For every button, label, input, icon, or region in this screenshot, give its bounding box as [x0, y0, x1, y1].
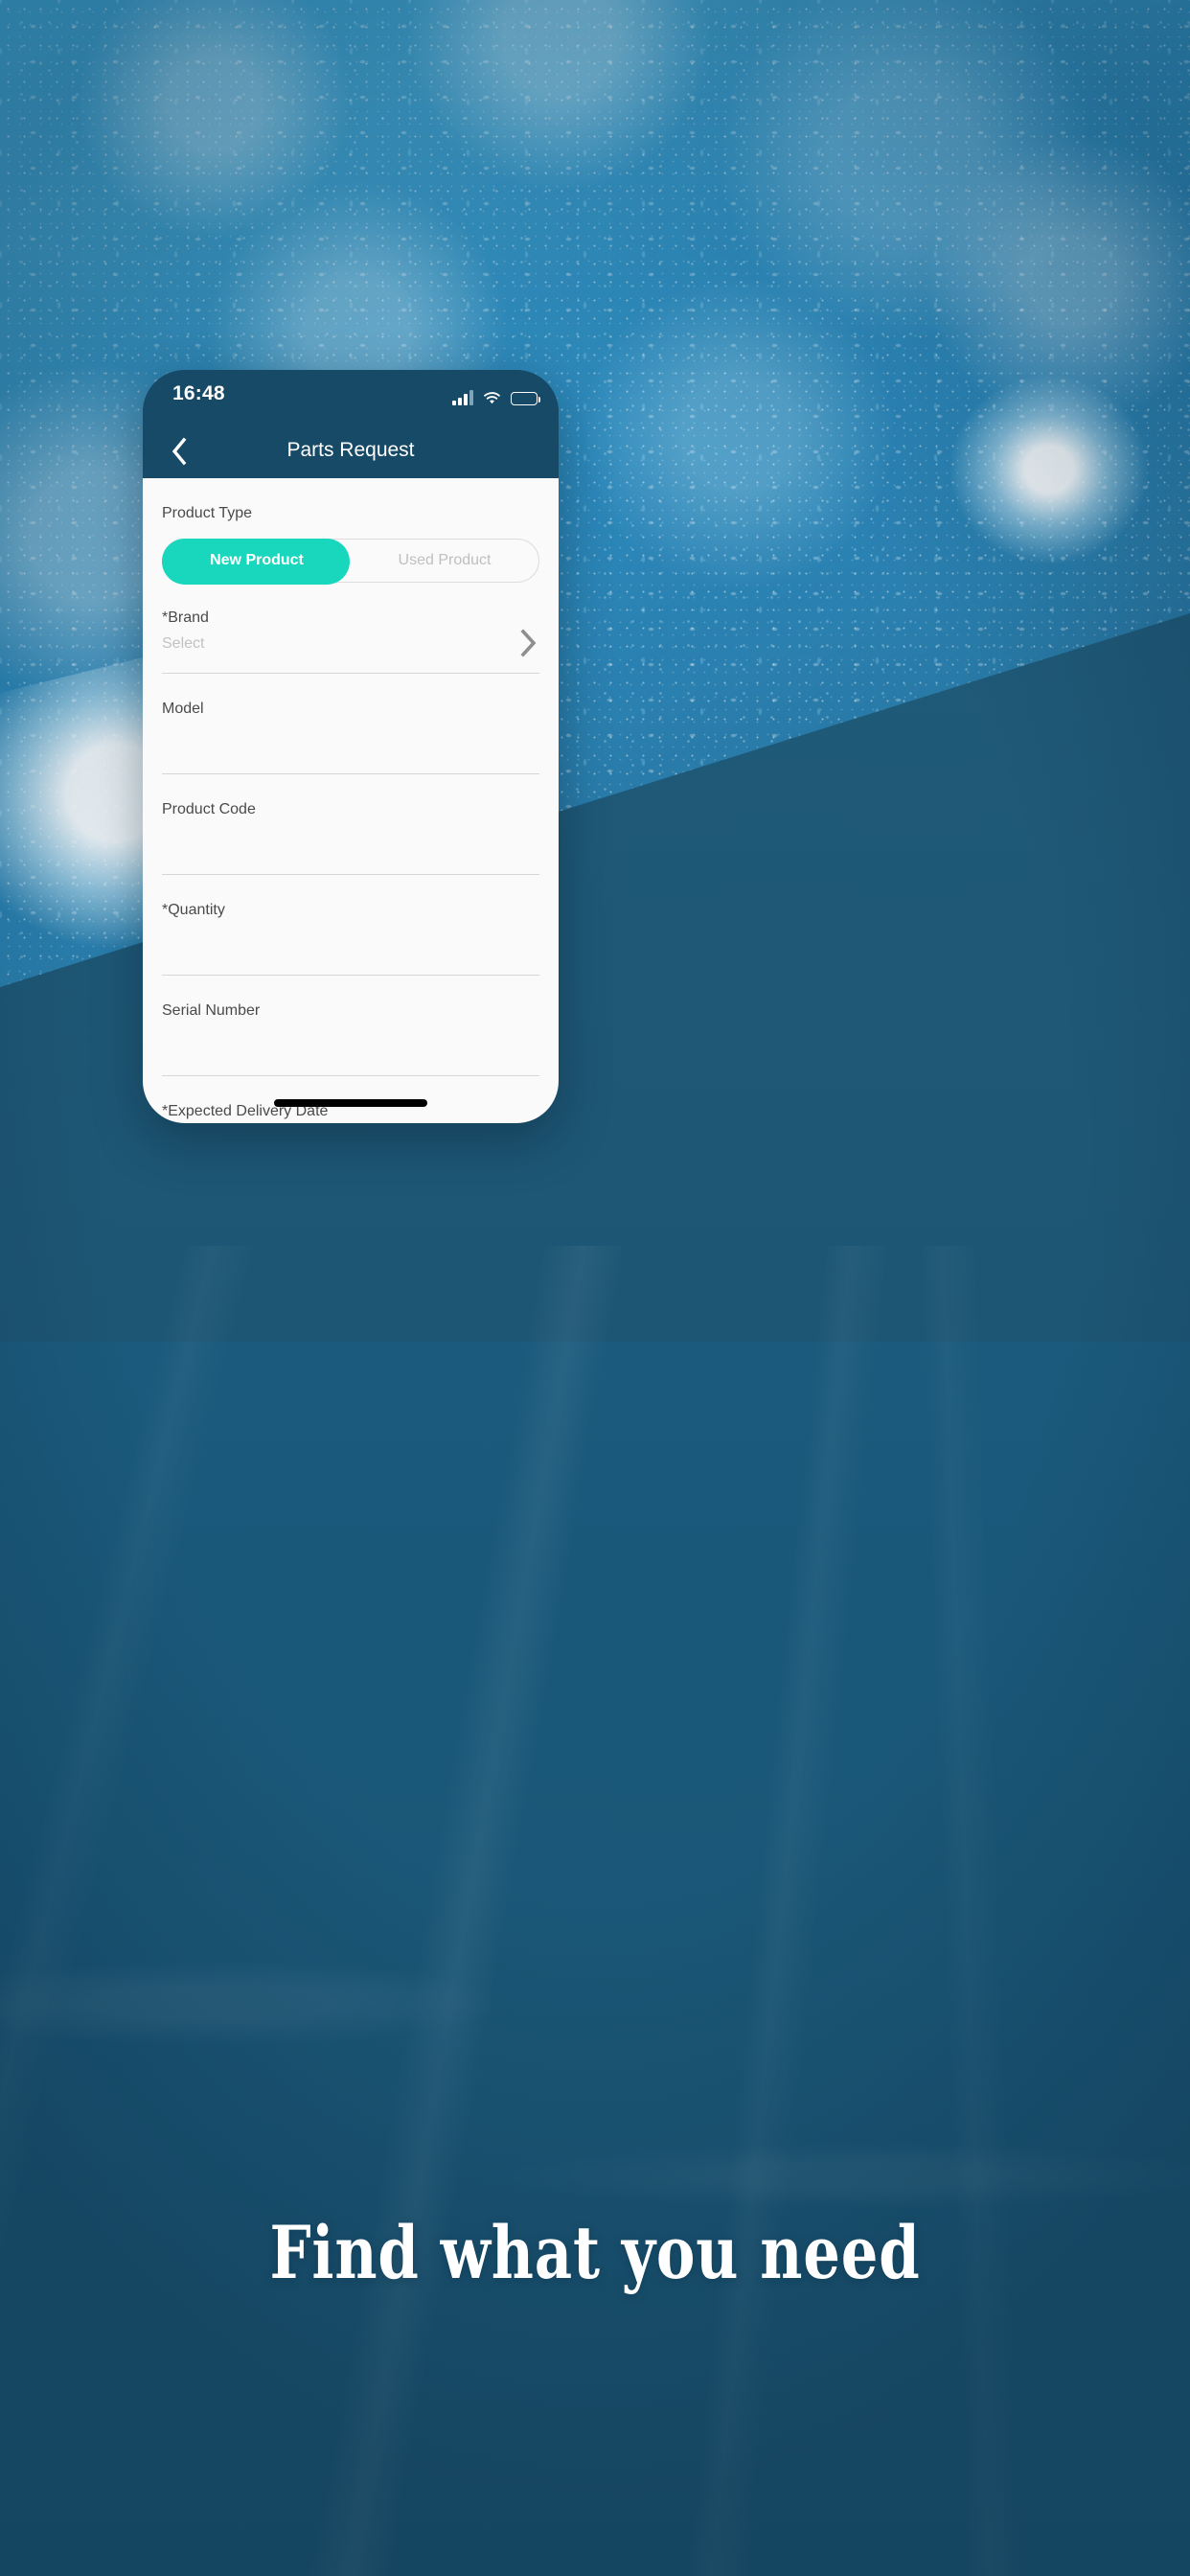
- app-content-scroll[interactable]: Product Type New Product Used Product *B…: [143, 478, 559, 1123]
- app-store-promo-scene: 16:48 Parts Request Product Type New Pro…: [0, 0, 1190, 2576]
- field-expected-delivery-date-value: Select: [162, 1120, 539, 1123]
- field-quantity-input[interactable]: [162, 919, 539, 975]
- field-serial-number-input[interactable]: [162, 1020, 539, 1075]
- field-brand[interactable]: *Brand Select: [162, 583, 539, 674]
- status-bar: 16:48: [143, 370, 559, 423]
- product-type-label: Product Type: [162, 505, 252, 521]
- field-product-code[interactable]: Product Code: [162, 774, 539, 875]
- field-serial-number[interactable]: Serial Number: [162, 976, 539, 1076]
- parts-request-form: Product Type New Product Used Product *B…: [143, 478, 559, 1123]
- signal-icon: [452, 390, 473, 405]
- field-serial-number-label: Serial Number: [162, 1002, 261, 1019]
- field-quantity-label: *Quantity: [162, 902, 225, 918]
- field-quantity[interactable]: *Quantity: [162, 875, 539, 976]
- field-model[interactable]: Model: [162, 674, 539, 774]
- promo-headline: Find what you need: [269, 2210, 921, 2295]
- field-product-code-input[interactable]: [162, 818, 539, 874]
- field-product-code-label: Product Code: [162, 801, 256, 817]
- chevron-right-icon: [520, 629, 537, 657]
- phone-mockup: 16:48 Parts Request Product Type New Pro…: [143, 370, 559, 1123]
- wifi-icon: [484, 392, 500, 404]
- segment-option-used-product[interactable]: Used Product: [351, 539, 538, 583]
- field-brand-value: Select: [162, 635, 205, 652]
- segment-option-new-product[interactable]: New Product: [163, 539, 351, 583]
- status-bar-icons: [452, 386, 540, 405]
- status-bar-clock: 16:48: [172, 382, 225, 404]
- navigation-bar: Parts Request: [143, 423, 559, 478]
- home-indicator[interactable]: [274, 1099, 427, 1107]
- product-type-segmented-control[interactable]: New Product Used Product: [162, 539, 539, 585]
- field-expected-delivery-date-label: *Expected Delivery Date: [162, 1103, 329, 1119]
- chevron-right-icon: [522, 1122, 524, 1123]
- page-title: Parts Request: [286, 439, 415, 461]
- app-top-bar: 16:48 Parts Request: [143, 370, 559, 478]
- battery-icon: [511, 392, 540, 405]
- field-model-input[interactable]: [162, 718, 539, 773]
- field-brand-label: *Brand: [162, 610, 209, 626]
- field-model-label: Model: [162, 701, 204, 717]
